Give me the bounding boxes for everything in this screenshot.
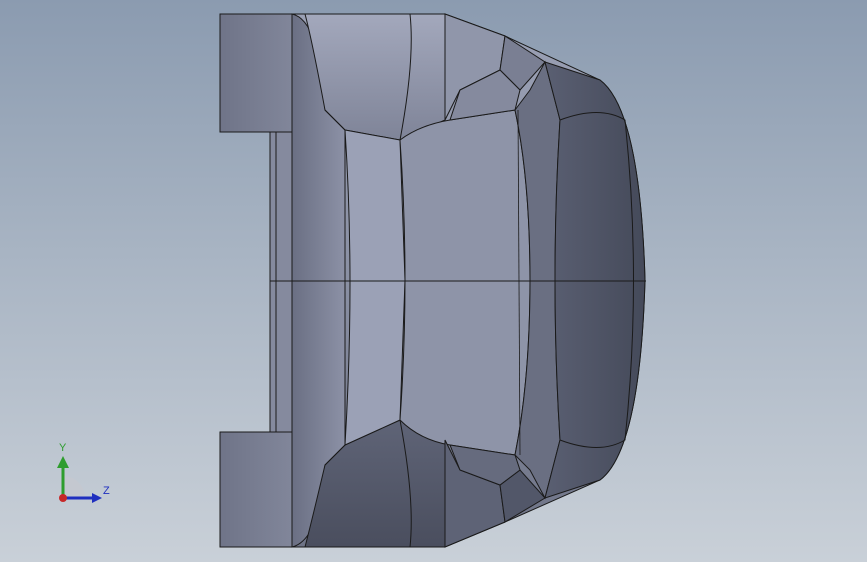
- y-axis-arrow-icon: [57, 456, 69, 468]
- graphics-viewport[interactable]: Y Z: [0, 0, 867, 562]
- z-axis-arrow-icon: [92, 493, 102, 503]
- center-pad[interactable]: [399, 109, 531, 456]
- y-axis-label: Y: [59, 442, 67, 454]
- view-orientation-triad: Y Z: [52, 440, 122, 510]
- origin-dot-icon: [59, 494, 67, 502]
- flange-bottom[interactable]: [219, 431, 293, 548]
- right-cap[interactable]: [544, 61, 646, 499]
- model-view[interactable]: [0, 0, 867, 562]
- flange-neck[interactable]: [269, 131, 293, 433]
- z-axis-label: Z: [103, 485, 110, 497]
- center-channel[interactable]: [344, 129, 406, 446]
- flange-top[interactable]: [219, 13, 293, 133]
